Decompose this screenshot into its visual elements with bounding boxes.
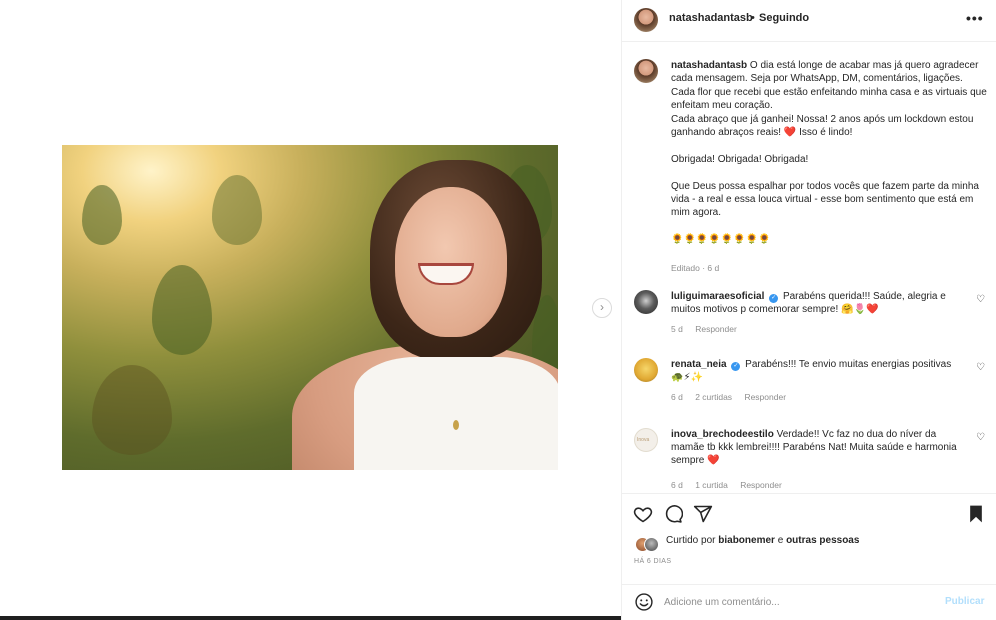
- caption-username[interactable]: natashadantasb: [671, 60, 747, 71]
- comment-likes-count[interactable]: 1 curtida: [695, 480, 728, 490]
- comment-meta: 5 d Responder: [671, 324, 747, 334]
- share-send-icon[interactable]: [693, 504, 713, 524]
- comment-input[interactable]: [664, 593, 934, 611]
- photo-person-face: [395, 187, 507, 337]
- like-heart-icon[interactable]: [633, 504, 653, 524]
- commenter-username[interactable]: luliguimaraesoficial: [671, 291, 764, 302]
- commenter-avatar[interactable]: [634, 358, 658, 382]
- post-time-ago[interactable]: HÁ 6 DIAS: [634, 558, 671, 565]
- liked-by-text: Curtido por biabonemer e outras pessoas: [666, 535, 859, 546]
- caption-author-avatar[interactable]: [634, 59, 658, 83]
- comment-time: 6 d: [671, 480, 683, 490]
- post-header: natashadantasb • Seguindo •••: [622, 0, 996, 42]
- commenter-avatar[interactable]: [634, 290, 658, 314]
- comment-text-block: renata_neia ✓ Parabéns!!! Te envio muita…: [671, 358, 963, 384]
- photo-foliage: [152, 265, 212, 355]
- liked-by-and: e: [774, 535, 787, 546]
- commenter-avatar-logo-text: Inova: [637, 437, 650, 443]
- background-edge-strip: [0, 616, 621, 620]
- comments-section[interactable]: natashadantasb O dia está longe de acaba…: [622, 43, 996, 493]
- liked-by-prefix: Curtido por: [666, 535, 719, 546]
- reply-button[interactable]: Responder: [744, 392, 786, 402]
- liked-by-avatars[interactable]: [635, 537, 665, 553]
- verified-badge-icon: ✓: [731, 362, 741, 371]
- next-photo-arrow-icon[interactable]: ›: [592, 298, 612, 318]
- like-comment-heart-icon[interactable]: ♡: [976, 294, 985, 305]
- post-actions: Curtido por biabonemer e outras pessoas …: [622, 493, 996, 620]
- caption-text: O dia está longe de acabar mas já quero …: [671, 60, 987, 246]
- post-caption: natashadantasb O dia está longe de acaba…: [671, 59, 989, 247]
- bookmark-save-icon[interactable]: [966, 504, 986, 524]
- photo-person-pendant: [453, 420, 459, 430]
- publish-comment-button[interactable]: Publicar: [945, 596, 984, 607]
- post-media-area: ›: [0, 0, 621, 620]
- photo-person-white-top: [354, 357, 558, 470]
- liked-by-others-link[interactable]: outras pessoas: [786, 535, 859, 546]
- more-options-icon[interactable]: •••: [966, 10, 984, 26]
- liked-by-user-link[interactable]: biabonemer: [718, 535, 775, 546]
- caption-meta: Editado · 6 d: [671, 263, 720, 273]
- verified-badge-icon: ✓: [769, 294, 779, 303]
- following-button[interactable]: Seguindo: [759, 12, 809, 24]
- photo-foliage: [92, 365, 172, 455]
- commenter-avatar[interactable]: Inova: [634, 428, 658, 452]
- reply-button[interactable]: Responder: [695, 324, 737, 334]
- like-comment-heart-icon[interactable]: ♡: [976, 432, 985, 443]
- post-side-panel: natashadantasb • Seguindo ••• natashadan…: [621, 0, 996, 620]
- post-photo[interactable]: [62, 145, 558, 470]
- comment-likes-count[interactable]: 2 curtidas: [695, 392, 732, 402]
- reply-button[interactable]: Responder: [740, 480, 782, 490]
- comment-bubble-icon[interactable]: [663, 504, 683, 524]
- comment-time: 6 d: [671, 392, 683, 402]
- commenter-username[interactable]: inova_brechodeestilo: [671, 429, 774, 440]
- add-comment-bar: Publicar: [622, 584, 996, 620]
- comment-text-block: luliguimaraesoficial ✓ Parabéns querida!…: [671, 290, 963, 316]
- photo-foliage: [212, 175, 262, 245]
- author-username[interactable]: natashadantasb: [669, 12, 753, 24]
- comment-text-block: inova_brechodeestilo Verdade!! Vc faz no…: [671, 428, 963, 468]
- emoji-smiley-icon[interactable]: [634, 592, 654, 612]
- author-avatar[interactable]: [634, 8, 658, 32]
- liker-avatar: [644, 537, 659, 552]
- photo-foliage: [82, 185, 122, 245]
- header-separator: •: [751, 12, 755, 24]
- comment-meta: 6 d 2 curtidas Responder: [671, 392, 796, 402]
- like-comment-heart-icon[interactable]: ♡: [976, 362, 985, 373]
- commenter-username[interactable]: renata_neia: [671, 359, 727, 370]
- comment-meta: 6 d 1 curtida Responder: [671, 480, 792, 490]
- comment-time: 5 d: [671, 324, 683, 334]
